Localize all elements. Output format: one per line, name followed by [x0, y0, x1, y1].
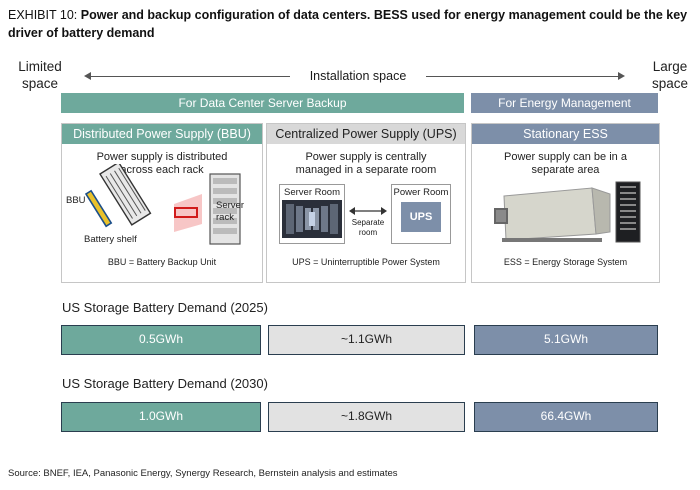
- double-arrow-icon: [349, 207, 387, 215]
- large-space-label: Large space: [651, 59, 689, 91]
- demand-2025-ups: ~1.1GWh: [268, 325, 465, 355]
- demand-2030-ess: 66.4GWh: [474, 402, 658, 432]
- panel-bbu: Distributed Power Supply (BBU) Power sup…: [61, 123, 263, 283]
- demand-2030-title: US Storage Battery Demand (2030): [62, 376, 268, 391]
- power-room-label: Power Room: [393, 187, 449, 198]
- bbu-label: BBU: [66, 195, 86, 206]
- exhibit-title: EXHIBIT 10: Power and backup configurati…: [8, 6, 694, 42]
- exhibit-heading: Power and backup configuration of data c…: [8, 8, 688, 40]
- panel-ups-heading: Centralized Power Supply (UPS): [267, 124, 465, 144]
- demand-2025-title: US Storage Battery Demand (2025): [62, 300, 268, 315]
- limited-space-label: Limited space: [18, 59, 62, 91]
- axis-line-right: [426, 76, 618, 77]
- power-room-box: Power Room UPS: [391, 184, 451, 244]
- ups-footnote: UPS = Uninterruptible Power System: [292, 257, 440, 267]
- demand-2030-ups: ~1.8GWh: [268, 402, 465, 432]
- installation-space-label: Installation space: [309, 69, 407, 83]
- arrow-right-icon: [618, 72, 625, 80]
- ups-unit: UPS: [401, 202, 441, 232]
- demand-2025-ess: 5.1GWh: [474, 325, 658, 355]
- banner-energy-management: For Energy Management: [471, 93, 658, 113]
- panel-ups: Centralized Power Supply (UPS) Power sup…: [266, 123, 466, 283]
- axis-line-left: [90, 76, 290, 77]
- bbu-footnote: BBU = Battery Backup Unit: [107, 257, 217, 267]
- source-note: Source: BNEF, IEA, Panasonic Energy, Syn…: [8, 468, 398, 479]
- server-rack-label: Server rack: [216, 200, 244, 223]
- banner-server-backup: For Data Center Server Backup: [61, 93, 464, 113]
- battery-shelf-label: Battery shelf: [84, 234, 137, 245]
- server-room-image: [282, 200, 342, 238]
- panel-bbu-heading: Distributed Power Supply (BBU): [62, 124, 262, 144]
- server-room-box: Server Room: [279, 184, 345, 244]
- server-room-label: Server Room: [284, 187, 340, 198]
- ess-footnote: ESS = Energy Storage System: [503, 257, 628, 267]
- ess-container-illustration: [494, 181, 641, 243]
- panel-ess: Stationary ESS Power supply can be in a …: [471, 123, 660, 283]
- panel-ess-heading: Stationary ESS: [472, 124, 659, 144]
- demand-2025-bbu: 0.5GWh: [61, 325, 261, 355]
- exhibit-label: EXHIBIT 10:: [8, 8, 78, 22]
- demand-2030-bbu: 1.0GWh: [61, 402, 261, 432]
- panel-ups-description: Power supply is centrally managed in a s…: [295, 151, 437, 176]
- panel-ess-description: Power supply can be in a separate area: [504, 151, 627, 176]
- separate-room-label: Separate room: [351, 218, 385, 237]
